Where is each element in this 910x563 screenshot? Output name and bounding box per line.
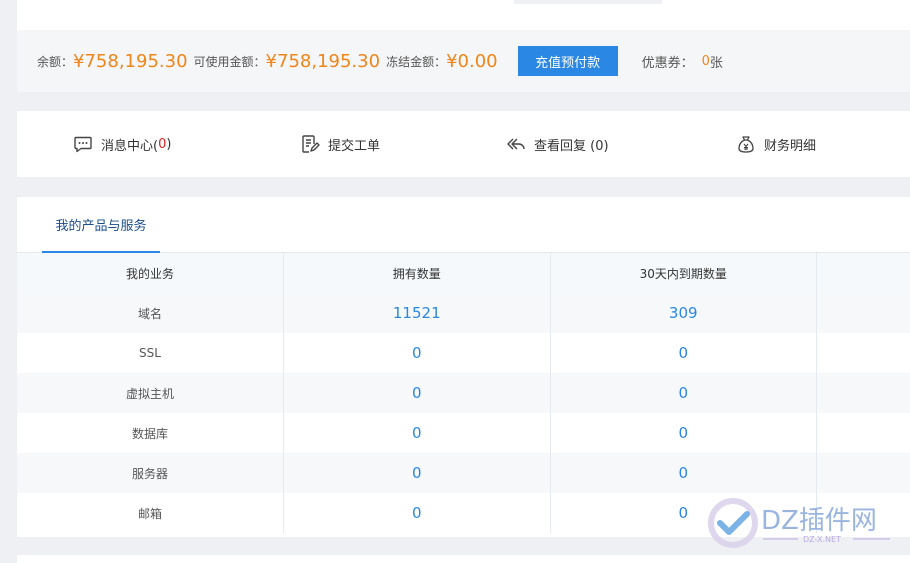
- row-expiring-count[interactable]: 0: [550, 453, 817, 493]
- table-row: 服务器 0 0: [17, 453, 910, 493]
- row-owned-count[interactable]: 0: [283, 413, 551, 453]
- frozen-amount: ¥0.00: [446, 50, 498, 72]
- products-table: 我的业务 拥有数量 30天内到期数量 域名 11521 309 SSL 0 0 …: [17, 253, 910, 533]
- products-tabs: 我的产品与服务: [17, 197, 910, 253]
- nav-item-view-replies[interactable]: 查看回复 (0): [506, 111, 609, 177]
- row-extra-cell: [816, 333, 910, 373]
- money-bag-icon: [738, 136, 754, 153]
- row-extra-cell: [816, 293, 910, 333]
- row-extra-cell: [816, 493, 910, 533]
- products-panel: 我的产品与服务 我的业务 拥有数量 30天内到期数量 域名 11521 309 …: [17, 197, 910, 537]
- row-expiring-count[interactable]: 0: [550, 413, 817, 453]
- available-amount: ¥758,195.30: [265, 50, 381, 72]
- ticket-edit-icon: [302, 135, 320, 153]
- row-service-name: 域名: [17, 293, 284, 333]
- available-label: 可使用金额：: [193, 54, 266, 69]
- coupon-unit: 张: [709, 55, 723, 71]
- row-expiring-count[interactable]: 0: [550, 493, 817, 533]
- row-service-name: 服务器: [17, 453, 284, 493]
- row-extra-cell: [816, 453, 910, 493]
- table-row: SSL 0 0: [17, 333, 910, 373]
- nav-finance-label: 财务明细: [764, 138, 817, 154]
- row-service-name: SSL: [17, 333, 284, 373]
- nav-item-finance[interactable]: 财务明细: [736, 111, 816, 177]
- column-header-service: 我的业务: [17, 253, 284, 293]
- table-row: 域名 11521 309: [17, 293, 910, 333]
- row-owned-count[interactable]: 0: [283, 493, 551, 533]
- row-service-name: 虚拟主机: [17, 373, 284, 413]
- row-service-name: 数据库: [17, 413, 284, 453]
- coupon-label: 优惠券：: [641, 55, 694, 71]
- recharge-button[interactable]: 充值预付款: [517, 46, 618, 76]
- table-row: 邮箱 0 0: [17, 493, 910, 533]
- bottom-panel: [17, 555, 910, 563]
- balance-label: 余额：: [37, 54, 74, 69]
- row-owned-count[interactable]: 0: [283, 453, 551, 493]
- row-extra-cell: [816, 413, 910, 453]
- top-panel-stub: [514, 0, 662, 4]
- balance-amount: ¥758,195.30: [73, 50, 188, 72]
- nav-messages-close: ): [166, 136, 172, 152]
- column-header-owned: 拥有数量: [283, 253, 551, 293]
- reply-icon: [507, 138, 525, 150]
- row-extra-cell: [816, 373, 910, 413]
- nav-messages-label: 消息中心(: [101, 138, 159, 154]
- tab-my-products[interactable]: 我的产品与服务: [42, 197, 160, 253]
- column-header-expiring: 30天内到期数量: [550, 253, 817, 293]
- table-row: 数据库 0 0: [17, 413, 910, 453]
- quick-nav: 消息中心(0) 提交工单 查看回复 (0) 财务明细: [17, 111, 910, 177]
- nav-item-messages[interactable]: 消息中心(0): [73, 111, 171, 177]
- frozen-label: 冻结金额：: [386, 54, 447, 69]
- table-row: 虚拟主机 0 0: [17, 373, 910, 413]
- row-expiring-count[interactable]: 0: [550, 373, 817, 413]
- row-owned-count[interactable]: 0: [283, 373, 551, 413]
- table-header-row: 我的业务 拥有数量 30天内到期数量: [17, 253, 910, 293]
- row-service-name: 邮箱: [17, 493, 284, 533]
- nav-ticket-label: 提交工单: [328, 138, 381, 154]
- row-expiring-count[interactable]: 0: [550, 333, 817, 373]
- row-owned-count[interactable]: 11521: [283, 293, 551, 333]
- balance-bar: 余额： ¥758,195.30 可使用金额： ¥758,195.30 冻结金额：…: [17, 30, 910, 92]
- top-panel: [17, 0, 910, 30]
- row-owned-count[interactable]: 0: [283, 333, 551, 373]
- nav-item-submit-ticket[interactable]: 提交工单: [300, 111, 380, 177]
- column-header-extra: [816, 253, 910, 293]
- message-icon: [74, 136, 92, 153]
- nav-replies-label: 查看回复 (0): [534, 138, 609, 154]
- coupon-count[interactable]: 0: [702, 54, 710, 69]
- nav-messages-count: 0: [158, 136, 167, 152]
- row-expiring-count[interactable]: 309: [550, 293, 817, 333]
